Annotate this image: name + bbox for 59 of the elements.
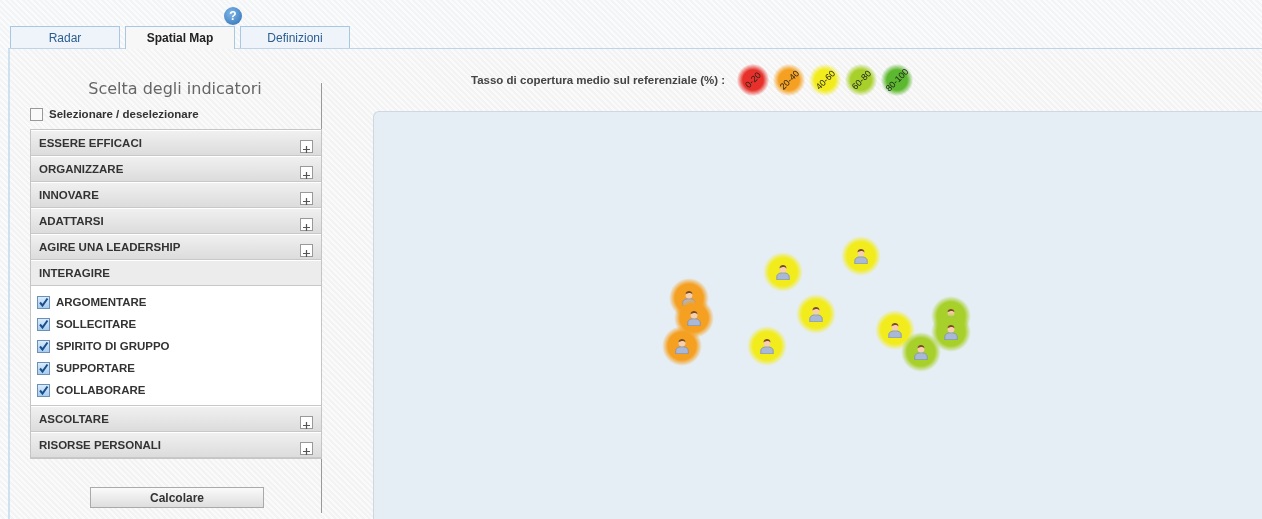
person-icon: [809, 306, 823, 322]
group-label: INNOVARE: [39, 189, 99, 201]
person-marker[interactable]: [747, 326, 787, 366]
group-label: ADATTARSI: [39, 215, 104, 227]
person-marker[interactable]: [931, 312, 971, 352]
checkbox-label: SUPPORTARE: [56, 362, 136, 374]
person-marker[interactable]: [796, 294, 836, 334]
checkbox-label: SPIRITO DI GRUPPO: [56, 340, 170, 352]
checkbox-label: ARGOMENTARE: [56, 296, 147, 308]
person-marker[interactable]: [662, 326, 702, 366]
group-label: ESSERE EFFICACI: [39, 137, 142, 149]
legend-label: Tasso di copertura medio sul referenziale (%) :: [471, 74, 726, 86]
checkbox[interactable]: [37, 383, 50, 397]
person-icon: [776, 264, 790, 280]
person-marker[interactable]: [763, 252, 803, 292]
accordion-header[interactable]: RISORSE PERSONALI: [31, 432, 321, 458]
plus-icon[interactable]: [300, 191, 313, 205]
person-icon: [682, 290, 696, 306]
person-icon: [854, 248, 868, 264]
person-marker[interactable]: [901, 332, 941, 372]
group-label: ASCOLTARE: [39, 413, 109, 425]
plus-icon[interactable]: [300, 165, 313, 179]
accordion-header[interactable]: ORGANIZZARE: [31, 156, 321, 182]
calculate-button[interactable]: Calcolare: [90, 487, 264, 508]
accordion-header[interactable]: AGIRE UNA LEADERSHIP: [31, 234, 321, 260]
person-icon: [687, 310, 701, 326]
checkbox[interactable]: [37, 361, 50, 375]
tab[interactable]: Radar: [10, 26, 120, 48]
checkbox[interactable]: [30, 107, 43, 121]
group-label: INTERAGIRE: [39, 267, 110, 279]
accordion-header[interactable]: ESSERE EFFICACI: [31, 130, 321, 156]
person-icon: [888, 322, 902, 338]
checkbox-label: COLLABORARE: [56, 384, 146, 396]
checkbox-label: Selezionare / deselezionare: [49, 108, 199, 120]
accordion-header[interactable]: ADATTARSI: [31, 208, 321, 234]
plus-icon[interactable]: [300, 415, 313, 429]
group-label: RISORSE PERSONALI: [39, 439, 162, 451]
checkbox[interactable]: [37, 295, 50, 309]
accordion-header[interactable]: INTERAGIRE: [31, 260, 321, 286]
person-marker[interactable]: [674, 298, 714, 338]
plus-icon[interactable]: [300, 441, 313, 455]
person-marker[interactable]: [841, 236, 881, 276]
person-icon: [760, 338, 774, 354]
group-label: AGIRE UNA LEADERSHIP: [39, 241, 181, 253]
person-icon: [675, 338, 689, 354]
checkbox[interactable]: [37, 339, 50, 353]
person-icon: [914, 344, 928, 360]
checkbox-label: SOLLECITARE: [56, 318, 137, 330]
panel-title: Scelta degli indicatori: [87, 79, 263, 98]
accordion-header[interactable]: INNOVARE: [31, 182, 321, 208]
plus-icon[interactable]: [300, 243, 313, 257]
person-icon: [944, 324, 958, 340]
tab[interactable]: Definizioni: [240, 26, 350, 48]
plus-icon[interactable]: [300, 139, 313, 153]
checkbox[interactable]: [37, 317, 50, 331]
accordion-header[interactable]: ASCOLTARE: [31, 406, 321, 432]
plus-icon[interactable]: [300, 217, 313, 231]
group-label: ORGANIZZARE: [39, 163, 124, 175]
person-marker[interactable]: [875, 310, 915, 350]
